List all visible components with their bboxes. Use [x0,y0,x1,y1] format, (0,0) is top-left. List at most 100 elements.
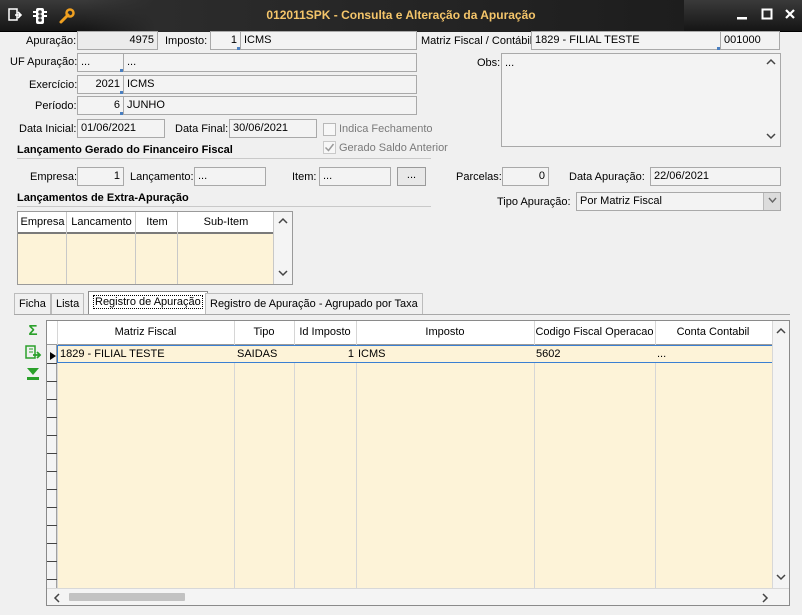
tab-registro-apuracao[interactable]: Registro de Apuração [88,291,208,315]
gerado-saldo-checkbox[interactable] [323,141,336,154]
row-tick [47,435,57,436]
tab-registro-agrupado[interactable]: Registro de Apuração - Agrupado por Taxa [205,293,423,314]
scroll-down-icon[interactable] [776,572,786,584]
grid-vertical-scrollbar[interactable] [772,321,789,589]
lancamento-field[interactable]: ... [194,167,266,186]
data-final-field[interactable]: 30/06/2021 [229,119,317,138]
col-tipo[interactable]: Tipo [234,326,294,338]
row-tick [47,417,57,418]
periodo-field[interactable]: 6 [77,96,124,115]
extra-col-item[interactable]: Item [136,216,178,228]
parcelas-field[interactable]: 0 [502,167,549,186]
col-matriz-fiscal[interactable]: Matriz Fiscal [57,326,234,338]
tipo-apuracao-value: Por Matriz Fiscal [580,195,662,207]
grid-horizontal-scrollbar[interactable] [47,588,789,605]
scroll-down-icon[interactable] [278,268,288,280]
row-tick [47,399,57,400]
cell-imposto: ICMS [358,348,386,360]
row-tick [47,507,57,508]
row-tick [47,525,57,526]
window-title: 012011SPK - Consulta e Alteração da Apur… [266,8,536,22]
col-conta-contabil[interactable]: Conta Contabil [655,326,771,338]
row-tick [47,381,57,382]
uf-apuracao-field[interactable]: ... [77,53,124,72]
data-apuracao-field[interactable]: 22/06/2021 [650,167,781,186]
apuracao-label: Apuração: [26,35,77,47]
row-tick [47,561,57,562]
cell-id-imposto: 1 [347,348,354,360]
gerado-saldo-label: Gerado Saldo Anterior [339,142,448,154]
data-inicial-label: Data Inicial: [19,123,77,135]
indica-fechamento-checkbox[interactable] [323,123,336,136]
minimize-button[interactable] [731,7,753,25]
col-imposto[interactable]: Imposto [356,326,534,338]
scroll-thumb[interactable] [69,593,185,601]
exercicio-desc: ICMS [123,75,417,94]
lancamento-label: Lançamento: [130,171,194,183]
obs-label: Obs: [477,57,501,69]
scroll-left-icon[interactable] [53,593,61,605]
imposto-label: Imposto: [165,35,208,47]
cell-conta: ... [657,348,667,360]
obs-text: ... [505,57,515,69]
row-tick [47,489,57,490]
maximize-button[interactable] [756,7,778,25]
title-bar: 012011SPK - Consulta e Alteração da Apur… [0,0,802,32]
col-codigo-fiscal[interactable]: Codigo Fiscal Operacao [534,326,655,338]
tab-ficha[interactable]: Ficha [14,293,51,314]
extra-apuracao-grid[interactable]: Empresa Lancamento Item Sub-Item [17,211,293,285]
scroll-right-icon[interactable] [761,593,769,605]
expand-down-icon[interactable] [24,366,42,384]
extra-grid-scrollbar[interactable] [274,212,292,284]
item-field[interactable]: ... [319,167,391,186]
tab-label: Registro de Apuração - Agrupado por Taxa [210,298,418,310]
chevron-down-icon[interactable] [763,193,780,210]
scroll-down-icon[interactable] [766,131,776,143]
apuracao-field[interactable]: 4975 [77,31,158,50]
matriz-label: Matriz Fiscal / Contábil: [421,35,536,47]
uf-apuracao-label: UF Apuração: [10,56,78,68]
row-pointer-icon [50,351,56,363]
data-apuracao-label: Data Apuração: [569,171,645,183]
uf-apuracao-desc: ... [123,53,417,72]
item-label: Item: [292,171,317,183]
row-indicator-column [47,345,57,589]
row-tick [47,579,57,580]
indica-fechamento-label: Indica Fechamento [339,123,433,135]
registro-apuracao-grid[interactable]: Matriz Fiscal Tipo Id Imposto Imposto Co… [46,320,790,606]
tab-divider [14,314,790,315]
matriz-field[interactable]: 1829 - FILIAL TESTE [531,31,721,50]
tab-lista[interactable]: Lista [51,293,85,314]
extra-col-empresa[interactable]: Empresa [18,216,67,228]
data-final-label: Data Final: [175,123,229,135]
scroll-up-icon[interactable] [776,326,786,338]
periodo-desc: JUNHO [123,96,417,115]
sum-icon[interactable]: Σ [24,322,42,340]
tipo-apuracao-label: Tipo Apuração: [497,196,571,208]
export-icon[interactable] [24,344,42,362]
periodo-label: Período: [35,100,77,112]
matriz-code-field: 001000 [720,31,780,50]
exercicio-field[interactable]: 2021 [77,75,124,94]
obs-textarea[interactable]: ... [501,53,781,147]
empresa-field[interactable]: 1 [77,167,124,186]
row-tick [47,543,57,544]
tipo-apuracao-select[interactable]: Por Matriz Fiscal [576,192,781,211]
row-tick [47,453,57,454]
scroll-up-icon[interactable] [766,57,776,69]
col-id-imposto[interactable]: Id Imposto [294,326,356,338]
item-lookup-button[interactable]: ... [397,167,426,186]
row-tick [47,471,57,472]
section-divider [17,206,431,207]
extra-col-lancamento[interactable]: Lancamento [67,216,136,228]
data-inicial-field[interactable]: 01/06/2021 [77,119,165,138]
empresa-label: Empresa: [30,171,78,183]
close-button[interactable] [779,7,801,25]
exercicio-label: Exercício: [29,79,78,91]
tab-label: Registro de Apuração [93,295,203,309]
cell-codigo: 5602 [536,348,561,360]
extra-section-title: Lançamentos de Extra-Apuração [17,192,189,204]
scroll-up-icon[interactable] [278,216,288,228]
extra-col-subitem[interactable]: Sub-Item [178,216,274,228]
imposto-name-field: ICMS [240,31,417,50]
